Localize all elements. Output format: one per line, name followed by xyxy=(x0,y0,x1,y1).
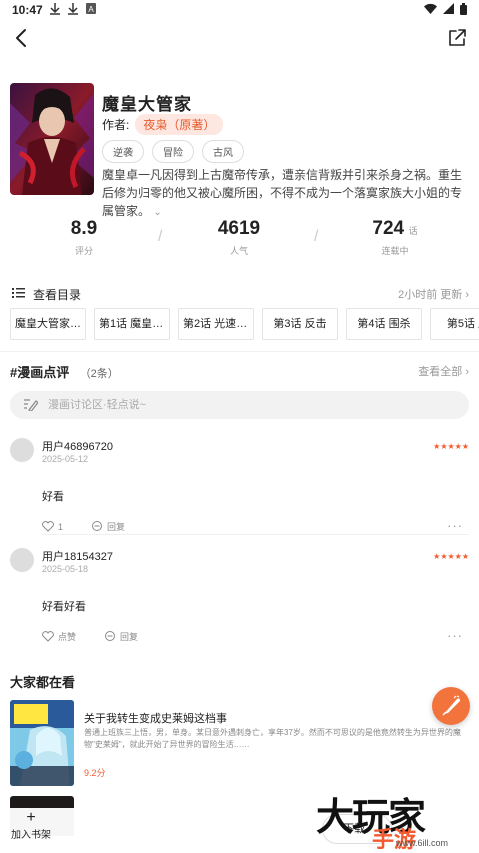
like-label: 点赞 xyxy=(58,632,77,642)
recommend-title: 关于我转生变成史莱姆这档事 xyxy=(84,713,227,725)
review-title: #漫画点评 xyxy=(10,365,70,380)
rating-value: 8.9 xyxy=(70,218,98,239)
heart-icon xyxy=(42,631,54,642)
avatar[interactable] xyxy=(10,548,34,572)
like-button[interactable]: 1 xyxy=(42,520,63,533)
reply-button[interactable]: 回复 xyxy=(104,630,138,643)
popularity-value: 4619 xyxy=(217,218,261,239)
more-icon[interactable]: ··· xyxy=(447,518,463,533)
battery-icon xyxy=(460,3,467,15)
tag[interactable]: 古风 xyxy=(202,140,244,163)
divider xyxy=(0,351,479,352)
comment-input[interactable]: 漫画讨论区·轻点说~ xyxy=(10,391,469,419)
chevron-right-icon: › xyxy=(465,366,469,378)
view-all-link[interactable]: 查看全部 › xyxy=(418,363,469,379)
add-to-shelf-button[interactable]: + 加入书架 xyxy=(6,809,56,842)
top-bar xyxy=(0,24,479,54)
reply-label: 回复 xyxy=(120,632,139,642)
author-row: 作者: 夜枭（原著） xyxy=(102,114,224,135)
update-time: 2小时前 更新 › xyxy=(398,289,469,301)
rating-stat: 8.9 评分 xyxy=(24,218,144,257)
list-icon xyxy=(12,288,25,298)
status-time: 10:47 xyxy=(12,3,43,17)
popular-title: 大家都在看 xyxy=(10,675,76,690)
reply-label: 回复 xyxy=(107,522,126,532)
popularity-stat: 4619 人气 xyxy=(179,218,299,257)
add-to-shelf-label: 加入书架 xyxy=(11,830,51,841)
star-rating: ★★★★★ xyxy=(433,552,469,561)
review-user[interactable]: 用户18154327 xyxy=(42,548,113,564)
catalog-row[interactable]: 查看目录 2小时前 更新 › xyxy=(10,284,469,304)
tag-list: 逆袭 冒险 古风 xyxy=(102,140,244,163)
like-button[interactable]: 点赞 xyxy=(42,630,76,643)
chapter-item[interactable]: 第5话 魔 xyxy=(430,308,479,340)
chapters-stat: 724 话 连载中 xyxy=(335,218,455,257)
signal-icon xyxy=(443,3,454,14)
like-count: 1 xyxy=(58,521,64,532)
pen-icon xyxy=(24,399,38,411)
heart-icon xyxy=(42,521,54,532)
rating-label: 评分 xyxy=(74,246,93,256)
comment-icon xyxy=(92,521,103,531)
expand-icon[interactable]: ⌄ xyxy=(153,207,161,218)
chapter-item[interactable]: 第3话 反击 xyxy=(262,308,338,340)
a-icon: A xyxy=(86,3,96,14)
popularity-label: 人气 xyxy=(229,246,248,256)
comment-placeholder: 漫画讨论区·轻点说~ xyxy=(48,399,147,411)
stats-row: 8.9 评分 / 4619 人气 / 724 话 连载中 xyxy=(0,218,479,263)
comic-description[interactable]: 魔皇卓一凡因得到上古魔帝传承，遭亲信背叛并引来杀身之祸。重生后修为归零的他又被心… xyxy=(102,166,468,222)
catalog-label: 查看目录 xyxy=(33,288,82,302)
review-date: 2025-05-12 xyxy=(42,454,89,464)
recommend-cover xyxy=(10,700,74,786)
wifi-icon xyxy=(424,3,437,14)
review-header: #漫画点评 （2条） 查看全部 › xyxy=(10,362,469,380)
chapters-value: 724 xyxy=(372,218,405,239)
status-bar: 10:47 A xyxy=(0,0,479,20)
more-icon[interactable]: ··· xyxy=(447,628,463,643)
review-text: 好看好看 xyxy=(42,601,86,613)
review-item: 用户18154327 2025-05-18 ★★★★★ 好看好看 点赞 回复 ·… xyxy=(10,548,469,648)
download-icon xyxy=(50,3,60,15)
svg-text:A: A xyxy=(88,5,94,14)
recommend-score: 9.2分 xyxy=(84,768,106,778)
watermark-url: www.6ill.com xyxy=(396,838,449,848)
chapter-item[interactable]: 魔皇大管家 ... xyxy=(10,308,86,340)
tag[interactable]: 冒险 xyxy=(152,140,194,163)
stat-divider: / xyxy=(314,228,319,245)
avatar[interactable] xyxy=(10,438,34,462)
stat-divider: / xyxy=(158,228,163,245)
review-item: 用户46896720 2025-05-12 ★★★★★ 好看 1 回复 ··· xyxy=(10,438,469,538)
star-rating: ★★★★★ xyxy=(433,442,469,451)
back-icon[interactable] xyxy=(10,26,34,50)
review-text: 好看 xyxy=(42,491,64,503)
review-count: （2条） xyxy=(79,368,119,380)
comment-icon xyxy=(105,631,116,641)
download-icon xyxy=(68,3,78,15)
author-label: 作者: xyxy=(102,118,130,132)
chapters-unit: 话 xyxy=(408,226,418,236)
quill-icon xyxy=(442,695,460,716)
recommend-description: 普通上班族三上悟，男，单身。某日意外遇刺身亡，享年37岁。然而不可思议的是他竟然… xyxy=(84,728,461,749)
review-user[interactable]: 用户46896720 xyxy=(42,438,113,454)
review-date: 2025-05-18 xyxy=(42,564,89,574)
serial-status: 连载中 xyxy=(381,246,409,256)
comic-title: 魔皇大管家 xyxy=(102,95,192,114)
write-review-button[interactable] xyxy=(432,687,470,725)
tag[interactable]: 逆袭 xyxy=(102,140,144,163)
reply-button[interactable]: 回复 xyxy=(91,520,125,533)
chapter-item[interactable]: 第4话 围杀 xyxy=(346,308,422,340)
chapter-list: 魔皇大管家 ... 第1话 魔皇的... 第2话 光速突... 第3话 反击 第… xyxy=(10,308,479,340)
chapter-item[interactable]: 第1话 魔皇的... xyxy=(94,308,170,340)
share-icon[interactable] xyxy=(445,26,469,50)
chapter-item[interactable]: 第2话 光速突... xyxy=(178,308,254,340)
divider xyxy=(42,534,469,535)
plus-icon: + xyxy=(26,809,36,826)
author-name[interactable]: 夜枭（原著） xyxy=(135,114,224,135)
recommend-item[interactable]: 关于我转生变成史莱姆这档事 普通上班族三上悟，男，单身。某日意外遇刺身亡，享年3… xyxy=(10,700,469,788)
comic-cover xyxy=(10,83,94,195)
